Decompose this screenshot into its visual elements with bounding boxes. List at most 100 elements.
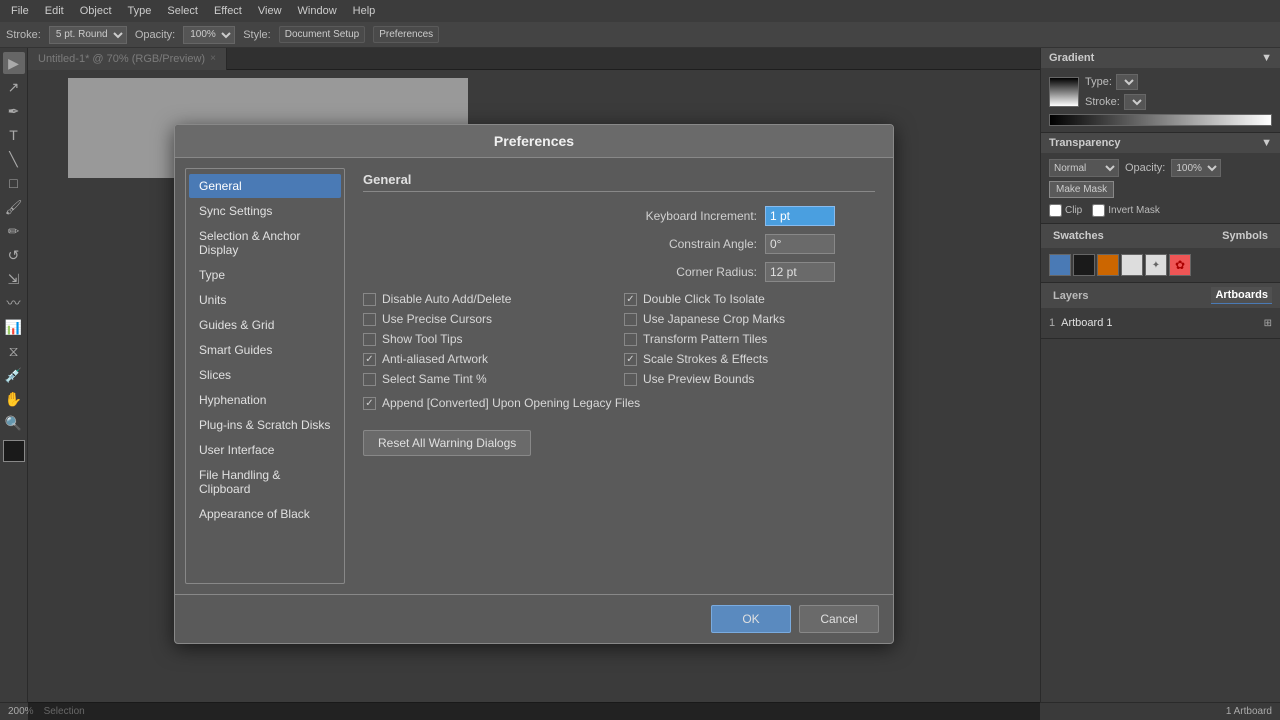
hand-tool[interactable]: ✋ [3, 388, 25, 410]
stroke-select[interactable]: 5 pt. Round [49, 26, 127, 44]
symbols-tab[interactable]: Symbols [1218, 228, 1272, 244]
menu-type[interactable]: Type [121, 3, 159, 19]
menu-effect[interactable]: Effect [207, 3, 249, 19]
menu-select[interactable]: Select [160, 3, 205, 19]
checkbox-tool-tips[interactable]: Show Tool Tips [363, 332, 614, 346]
menu-file[interactable]: File [4, 3, 36, 19]
layers-artboards-panel: Layers Artboards 1 Artboard 1 ⊞ [1041, 283, 1280, 339]
checkbox-transform-pattern-box[interactable] [624, 333, 637, 346]
checkbox-precise-cursors[interactable]: Use Precise Cursors [363, 312, 614, 326]
artboard-icon[interactable]: ⊞ [1264, 318, 1272, 329]
blend-tool[interactable]: ⧖ [3, 340, 25, 362]
checkbox-preview-bounds[interactable]: Use Preview Bounds [624, 372, 875, 386]
blend-mode-select[interactable]: Normal [1049, 159, 1119, 177]
sidebar-item-slices[interactable]: Slices [189, 363, 341, 387]
cancel-button[interactable]: Cancel [799, 605, 879, 633]
layers-tab[interactable]: Layers [1049, 288, 1092, 304]
menu-help[interactable]: Help [346, 3, 383, 19]
sidebar-item-selection[interactable]: Selection & Anchor Display [189, 224, 341, 262]
menu-view[interactable]: View [251, 3, 289, 19]
select-tool[interactable]: ▶ [3, 52, 25, 74]
sidebar-item-sync[interactable]: Sync Settings [189, 199, 341, 223]
reset-warnings-button[interactable]: Reset All Warning Dialogs [363, 430, 531, 456]
checkbox-disable-auto[interactable]: Disable Auto Add/Delete [363, 292, 614, 306]
sidebar-item-general[interactable]: General [189, 174, 341, 198]
swatch-blue[interactable] [1049, 254, 1071, 276]
document-setup-button[interactable]: Document Setup [279, 26, 366, 43]
checkbox-disable-auto-box[interactable] [363, 293, 376, 306]
constrain-angle-input[interactable] [765, 234, 835, 254]
sidebar-item-file-handling[interactable]: File Handling & Clipboard [189, 463, 341, 501]
preferences-button[interactable]: Preferences [373, 26, 439, 43]
swatch-white[interactable] [1121, 254, 1143, 276]
checkbox-preview-bounds-box[interactable] [624, 373, 637, 386]
direct-select-tool[interactable]: ↗ [3, 76, 25, 98]
warp-tool[interactable]: 〰 [3, 292, 25, 314]
gradient-type-select[interactable] [1116, 74, 1138, 90]
rotate-tool[interactable]: ↺ [3, 244, 25, 266]
type-tool[interactable]: T [3, 124, 25, 146]
dialog-content: General Keyboard Increment: Constrain An… [355, 168, 883, 584]
line-tool[interactable]: ╲ [3, 148, 25, 170]
opacity-panel-select[interactable]: 100% [1171, 159, 1221, 177]
pen-tool[interactable]: ✒ [3, 100, 25, 122]
canvas-area[interactable]: Untitled-1* @ 70% (RGB/Preview) × Prefer… [28, 48, 1040, 720]
checkbox-double-click[interactable]: Double Click To Isolate [624, 292, 875, 306]
artboard-count: 1 [1049, 317, 1055, 329]
swatch-black[interactable] [1073, 254, 1095, 276]
artboards-tab[interactable]: Artboards [1211, 287, 1272, 304]
opacity-select[interactable]: 100% [183, 26, 235, 44]
graph-tool[interactable]: 📊 [3, 316, 25, 338]
checkbox-append-box[interactable] [363, 397, 376, 410]
invert-mask-checkbox[interactable] [1092, 204, 1105, 217]
rect-tool[interactable]: □ [3, 172, 25, 194]
dialog-sidebar: General Sync Settings Selection & Anchor… [185, 168, 345, 584]
checkbox-anti-aliased-box[interactable] [363, 353, 376, 366]
sidebar-item-appearance[interactable]: Appearance of Black [189, 502, 341, 526]
checkbox-preview-bounds-label: Use Preview Bounds [643, 372, 754, 386]
swatch-flower[interactable]: ✿ [1169, 254, 1191, 276]
pencil-tool[interactable]: ✏ [3, 220, 25, 242]
checkbox-anti-aliased[interactable]: Anti-aliased Artwork [363, 352, 614, 366]
swatch-orange[interactable] [1097, 254, 1119, 276]
checkbox-transform-pattern[interactable]: Transform Pattern Tiles [624, 332, 875, 346]
checkbox-japanese-crop[interactable]: Use Japanese Crop Marks [624, 312, 875, 326]
gradient-panel-header: Gradient ▼ [1041, 48, 1280, 68]
checkbox-double-click-box[interactable] [624, 293, 637, 306]
sidebar-item-plugins[interactable]: Plug-ins & Scratch Disks [189, 413, 341, 437]
clip-checkbox[interactable] [1049, 204, 1062, 217]
scale-tool[interactable]: ⇲ [3, 268, 25, 290]
make-mask-button[interactable]: Make Mask [1049, 181, 1114, 198]
zoom-tool[interactable]: 🔍 [3, 412, 25, 434]
corner-radius-input[interactable] [765, 262, 835, 282]
sidebar-item-guides[interactable]: Guides & Grid [189, 313, 341, 337]
sidebar-item-type[interactable]: Type [189, 263, 341, 287]
checkbox-scale-strokes-box[interactable] [624, 353, 637, 366]
menu-object[interactable]: Object [73, 3, 119, 19]
menu-window[interactable]: Window [291, 3, 344, 19]
sidebar-item-hyphenation[interactable]: Hyphenation [189, 388, 341, 412]
checkbox-scale-strokes[interactable]: Scale Strokes & Effects [624, 352, 875, 366]
keyboard-increment-input[interactable] [765, 206, 835, 226]
transparency-collapse-icon[interactable]: ▼ [1261, 137, 1272, 149]
sidebar-item-smart-guides[interactable]: Smart Guides [189, 338, 341, 362]
eyedropper-tool[interactable]: 💉 [3, 364, 25, 386]
checkbox-select-same[interactable]: Select Same Tint % [363, 372, 614, 386]
checkbox-tool-tips-box[interactable] [363, 333, 376, 346]
gradient-slider[interactable] [1049, 114, 1272, 126]
checkbox-japanese-crop-box[interactable] [624, 313, 637, 326]
ok-button[interactable]: OK [711, 605, 791, 633]
paintbrush-tool[interactable]: 🖌 [3, 196, 25, 218]
color-fill[interactable] [3, 440, 25, 462]
swatch-star[interactable]: ✦ [1145, 254, 1167, 276]
type-label: Type: [1085, 76, 1112, 88]
corner-radius-label: Corner Radius: [676, 265, 757, 279]
checkbox-precise-cursors-box[interactable] [363, 313, 376, 326]
gradient-collapse-icon[interactable]: ▼ [1261, 52, 1272, 64]
stroke-panel-select[interactable] [1124, 94, 1146, 110]
sidebar-item-ui[interactable]: User Interface [189, 438, 341, 462]
swatches-tab[interactable]: Swatches [1049, 228, 1108, 244]
sidebar-item-units[interactable]: Units [189, 288, 341, 312]
menu-edit[interactable]: Edit [38, 3, 71, 19]
checkbox-select-same-box[interactable] [363, 373, 376, 386]
